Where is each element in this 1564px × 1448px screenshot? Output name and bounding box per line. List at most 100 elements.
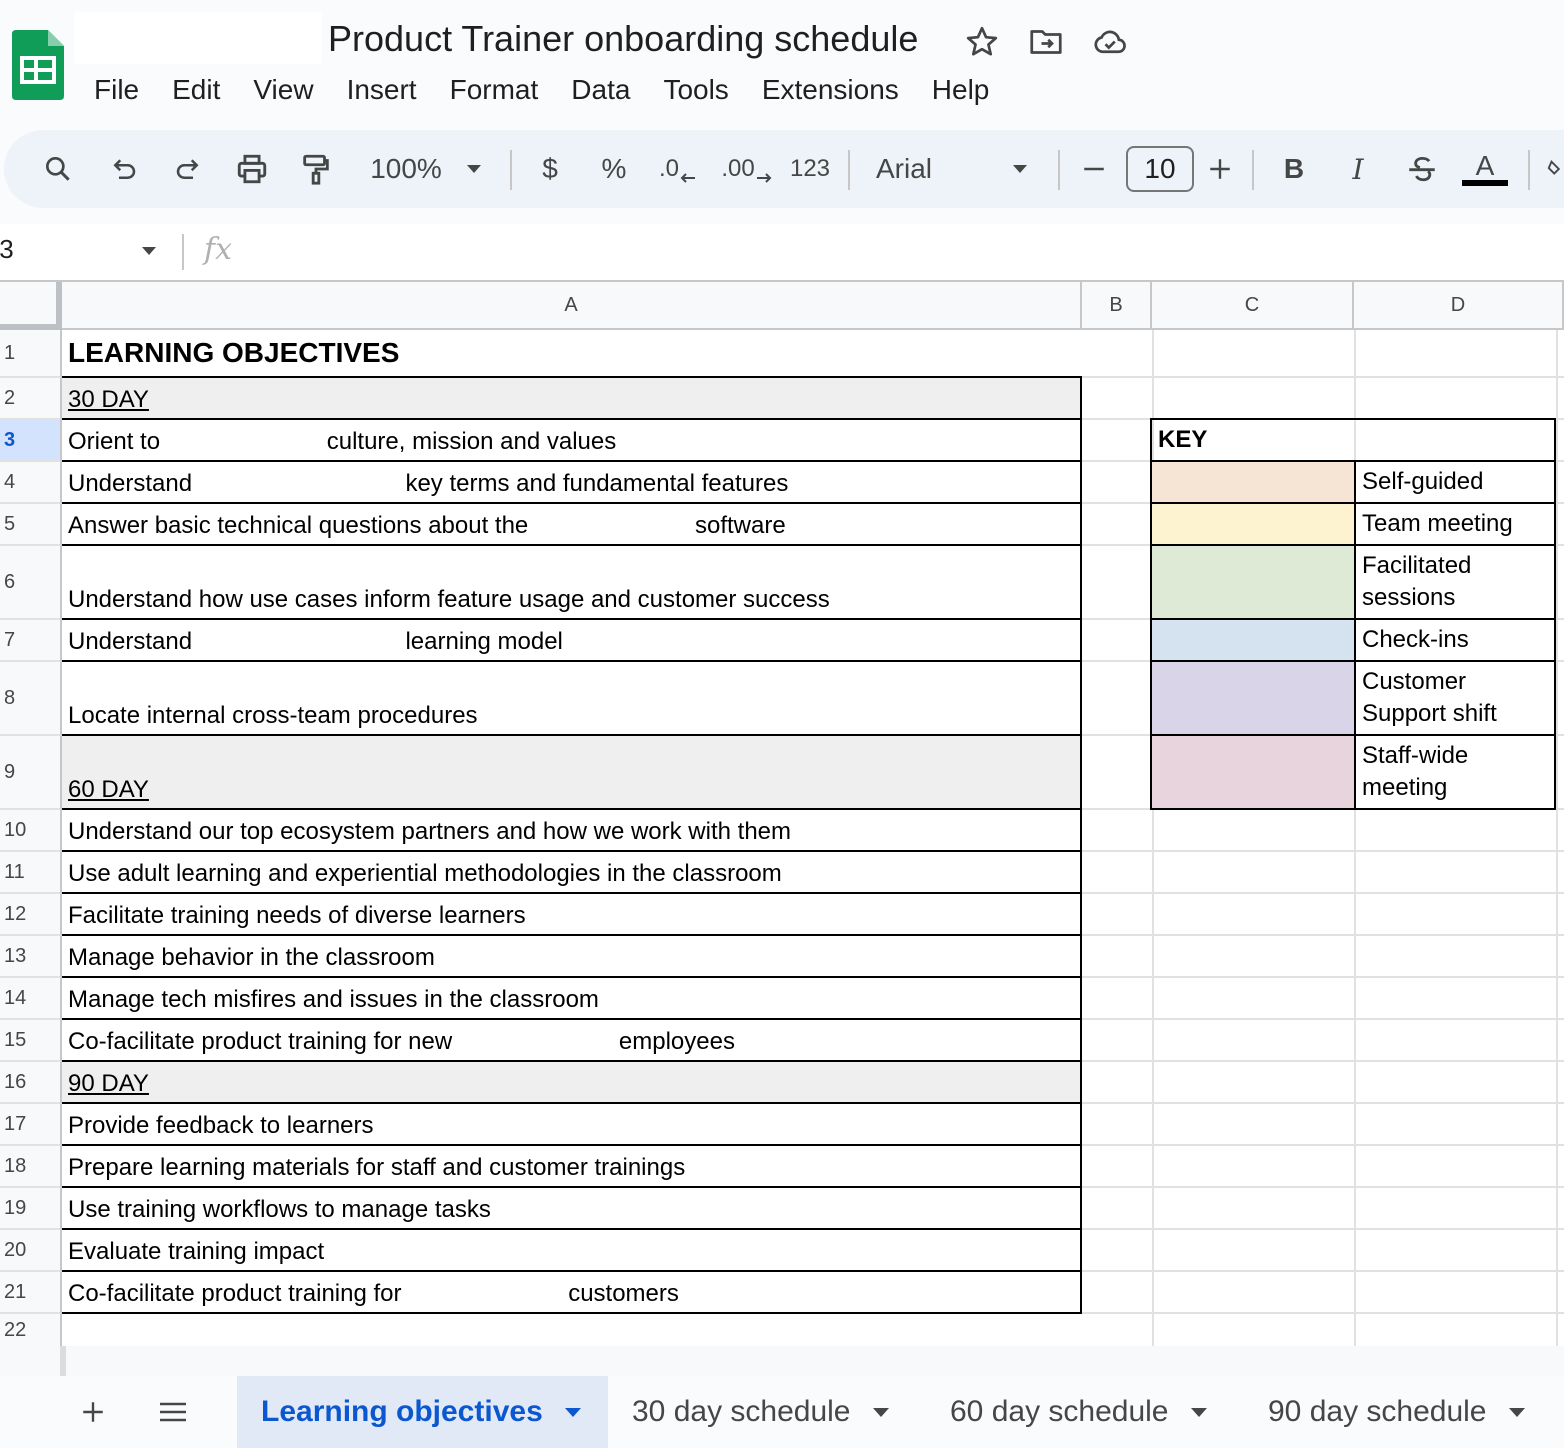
row-header-13[interactable]: 13 — [0, 936, 62, 978]
row-header-17[interactable]: 17 — [0, 1104, 62, 1146]
key-swatch-staff-wide-meeting[interactable] — [1152, 736, 1354, 810]
key-swatch-customer-support-shift[interactable] — [1152, 662, 1354, 736]
row-header-3[interactable]: 3 — [0, 420, 62, 462]
key-label-check-ins[interactable]: Check-ins — [1354, 620, 1556, 662]
zoom-dropdown-icon[interactable] — [462, 148, 486, 190]
cell-a5[interactable]: Answer basic technical questions about t… — [62, 504, 1082, 546]
key-label-customer-support-shift[interactable]: Customer Support shift — [1354, 662, 1556, 736]
cell-a20[interactable]: Evaluate training impact — [62, 1230, 1082, 1272]
cell-a17[interactable]: Provide feedback to learners — [62, 1104, 1082, 1146]
name-box[interactable]: I3 — [0, 234, 14, 265]
paint-format-icon[interactable] — [296, 148, 336, 190]
cloud-status-icon[interactable] — [1092, 24, 1128, 60]
row-header-16[interactable]: 16 — [0, 1062, 62, 1104]
chevron-down-icon[interactable] — [872, 1407, 889, 1417]
font-size-input[interactable]: 10 — [1126, 146, 1194, 192]
cell-a16-section[interactable]: 90 DAY — [62, 1062, 1082, 1104]
search-icon[interactable] — [38, 148, 78, 190]
key-label-staff-wide-meeting[interactable]: Staff-wide meeting — [1354, 736, 1556, 810]
cell-a2-section[interactable]: 30 DAY — [62, 378, 1082, 420]
row-header-19[interactable]: 19 — [0, 1188, 62, 1230]
cell-a9-section[interactable]: 60 DAY — [62, 736, 1082, 810]
menu-view[interactable]: View — [253, 72, 313, 108]
menu-tools[interactable]: Tools — [663, 72, 728, 108]
bold-button[interactable]: B — [1274, 148, 1314, 190]
all-sheets-menu-icon[interactable] — [156, 1376, 190, 1448]
chevron-down-icon[interactable] — [564, 1407, 581, 1417]
redo-icon[interactable] — [168, 148, 208, 190]
menu-data[interactable]: Data — [571, 72, 630, 108]
column-header-b[interactable]: B — [1082, 282, 1152, 330]
column-header-c[interactable]: C — [1152, 282, 1354, 330]
menu-insert[interactable]: Insert — [347, 72, 417, 108]
row-header-5[interactable]: 5 — [0, 504, 62, 546]
cell-a6[interactable]: Understand how use cases inform feature … — [62, 546, 1082, 620]
key-label-team-meeting[interactable]: Team meeting — [1354, 504, 1556, 546]
more-formats-button[interactable]: 123 — [784, 148, 836, 190]
decrease-decimal-button[interactable]: .0 — [654, 148, 702, 190]
key-swatch-team-meeting[interactable] — [1152, 504, 1354, 546]
row-header-11[interactable]: 11 — [0, 852, 62, 894]
cell-a19[interactable]: Use training workflows to manage tasks — [62, 1188, 1082, 1230]
sheets-logo-icon[interactable] — [12, 30, 64, 100]
strikethrough-icon[interactable] — [1400, 148, 1444, 190]
row-header-18[interactable]: 18 — [0, 1146, 62, 1188]
key-swatch-check-ins[interactable] — [1152, 620, 1354, 662]
menu-help[interactable]: Help — [932, 72, 990, 108]
cell-a18[interactable]: Prepare learning materials for staff and… — [62, 1146, 1082, 1188]
sheet-tab-learning-objectives[interactable]: Learning objectives — [237, 1376, 608, 1448]
row-header-7[interactable]: 7 — [0, 620, 62, 662]
italic-button[interactable]: I — [1338, 148, 1378, 190]
decrease-font-size-icon[interactable] — [1076, 148, 1112, 190]
menu-edit[interactable]: Edit — [172, 72, 220, 108]
row-header-2[interactable]: 2 — [0, 378, 62, 420]
fill-color-icon[interactable] — [1546, 148, 1564, 190]
currency-format-button[interactable]: $ — [532, 148, 568, 190]
add-sheet-icon[interactable] — [78, 1376, 108, 1448]
cell-a12[interactable]: Facilitate training needs of diverse lea… — [62, 894, 1082, 936]
menu-extensions[interactable]: Extensions — [762, 72, 899, 108]
column-header-a[interactable]: A — [62, 282, 1082, 330]
row-header-22[interactable]: 22 — [0, 1314, 62, 1346]
row-header-15[interactable]: 15 — [0, 1020, 62, 1062]
cell-a11[interactable]: Use adult learning and experiential meth… — [62, 852, 1082, 894]
cell-a15[interactable]: Co-facilitate product training for new e… — [62, 1020, 1082, 1062]
key-title[interactable]: KEY — [1152, 420, 1556, 462]
spreadsheet-grid[interactable]: A B C D 1 2 3 4 5 6 7 8 9 10 11 12 13 14 15 16 17 18 19 20 2… — [0, 280, 1564, 1346]
chevron-down-icon[interactable] — [1190, 1407, 1207, 1417]
cell-a7[interactable]: Understand learning model — [62, 620, 1082, 662]
sheet-tab-30-day-schedule[interactable]: 30 day schedule — [608, 1376, 918, 1448]
cell-a21[interactable]: Co-facilitate product training for custo… — [62, 1272, 1082, 1314]
name-box-dropdown-icon[interactable] — [140, 244, 158, 262]
cell-a8[interactable]: Locate internal cross-team procedures — [62, 662, 1082, 736]
font-dropdown-icon[interactable] — [1008, 148, 1032, 190]
star-icon[interactable] — [964, 24, 1000, 60]
increase-font-size-icon[interactable] — [1202, 148, 1238, 190]
cell-a1-title[interactable]: LEARNING OBJECTIVES — [62, 330, 1082, 378]
cell-a3[interactable]: Orient to culture, mission and values — [62, 420, 1082, 462]
chevron-down-icon[interactable] — [1508, 1407, 1525, 1417]
cell-a10[interactable]: Understand our top ecosystem partners an… — [62, 810, 1082, 852]
cell-a4[interactable]: Understand key terms and fundamental fea… — [62, 462, 1082, 504]
menu-file[interactable]: File — [94, 72, 139, 108]
cell-a14[interactable]: Manage tech misfires and issues in the c… — [62, 978, 1082, 1020]
column-header-d[interactable]: D — [1354, 282, 1564, 330]
increase-decimal-button[interactable]: .00 — [720, 148, 774, 190]
horizontal-scrollbar[interactable] — [0, 1346, 1564, 1376]
document-title[interactable]: Product Trainer onboarding schedule — [328, 18, 918, 60]
key-swatch-facilitated-sessions[interactable] — [1152, 546, 1354, 620]
percent-format-button[interactable]: % — [594, 148, 634, 190]
row-header-12[interactable]: 12 — [0, 894, 62, 936]
cell-a13[interactable]: Manage behavior in the classroom — [62, 936, 1082, 978]
sheet-tab-60-day-schedule[interactable]: 60 day schedule — [926, 1376, 1236, 1448]
row-header-1[interactable]: 1 — [0, 330, 62, 378]
row-header-8[interactable]: 8 — [0, 662, 62, 736]
row-header-20[interactable]: 20 — [0, 1230, 62, 1272]
row-header-14[interactable]: 14 — [0, 978, 62, 1020]
key-swatch-self-guided[interactable] — [1152, 462, 1354, 504]
select-all-corner[interactable] — [0, 282, 62, 330]
sheet-tab-90-day-schedule[interactable]: 90 day schedule — [1244, 1376, 1562, 1448]
row-header-10[interactable]: 10 — [0, 810, 62, 852]
menu-format[interactable]: Format — [450, 72, 539, 108]
zoom-select[interactable]: 100% — [364, 148, 448, 190]
